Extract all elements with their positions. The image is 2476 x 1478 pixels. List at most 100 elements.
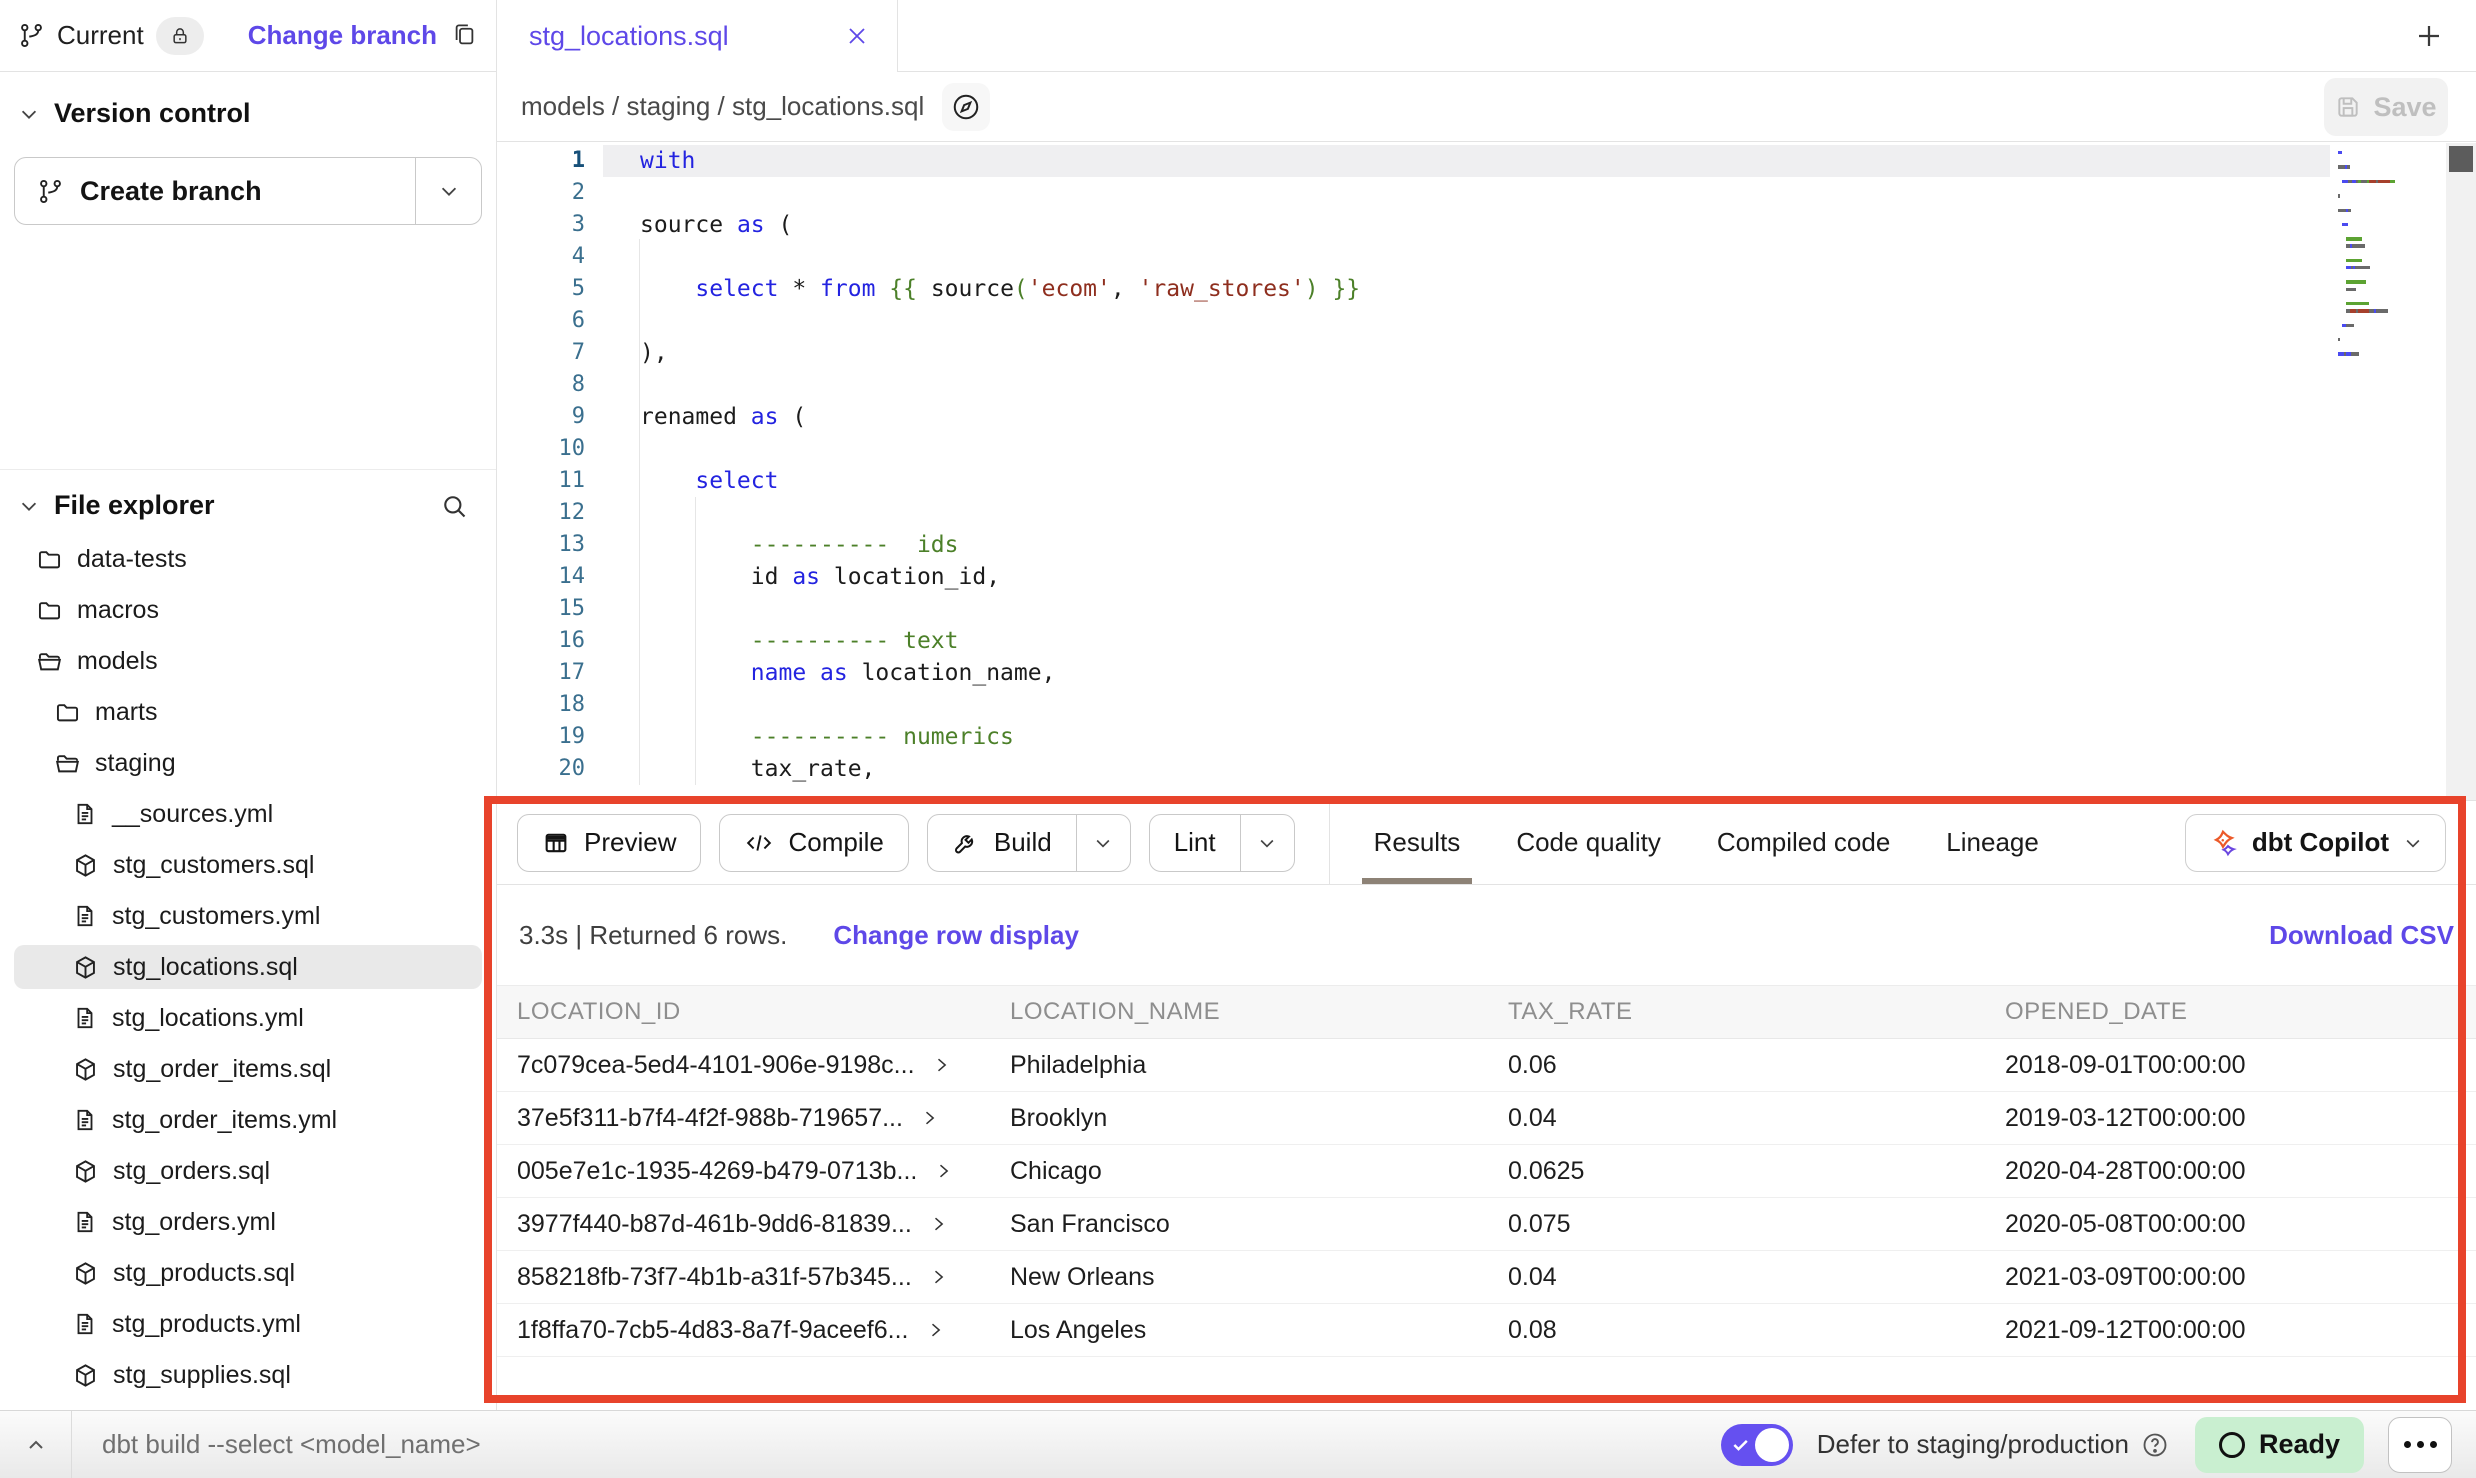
active-line-highlight — [603, 145, 2330, 177]
file-icon — [72, 903, 98, 929]
dbt-ide-window: Current Change branch Version control Cr… — [0, 0, 2476, 1478]
code-line-12[interactable]: 12 — [497, 497, 2476, 529]
collapse-panel-button[interactable] — [0, 1411, 72, 1478]
file-item-marts[interactable]: marts — [14, 690, 482, 734]
file-explorer-header[interactable]: File explorer — [0, 490, 496, 521]
code-line-8[interactable]: 8 — [497, 369, 2476, 401]
table-row[interactable]: 005e7e1c-1935-4269-b479-0713b...Chicago0… — [497, 1145, 2476, 1198]
build-dropdown[interactable] — [1076, 815, 1130, 871]
code-line-7[interactable]: 7), — [497, 337, 2476, 369]
new-tab-button[interactable] — [2414, 21, 2444, 51]
table-row[interactable]: 858218fb-73f7-4b1b-a31f-57b345...New Orl… — [497, 1251, 2476, 1304]
version-control-header[interactable]: Version control — [0, 72, 496, 129]
version-control-title: Version control — [54, 98, 251, 129]
cli-command-input[interactable]: dbt build --select <model_name> — [102, 1429, 481, 1460]
table-row[interactable]: 1f8ffa70-7cb5-4d83-8a7f-9aceef6...Los An… — [497, 1304, 2476, 1357]
file-item-stg_locations.sql[interactable]: stg_locations.sql — [14, 945, 482, 989]
cell-location-id: 005e7e1c-1935-4269-b479-0713b... — [517, 1157, 1010, 1186]
file-item-stg_locations.yml[interactable]: stg_locations.yml — [14, 996, 482, 1040]
expand-row-icon[interactable] — [931, 1055, 951, 1075]
table-row[interactable]: 7c079cea-5ed4-4101-906e-9198c...Philadel… — [497, 1039, 2476, 1092]
code-line-4[interactable]: 4 — [497, 241, 2476, 273]
tab-stg-locations-sql[interactable]: stg_locations.sql — [497, 0, 898, 72]
file-item-data-tests[interactable]: data-tests — [14, 537, 482, 581]
file-item-__sources.yml[interactable]: __sources.yml — [14, 792, 482, 836]
file-icon — [72, 1311, 98, 1337]
tab-results[interactable]: Results — [1346, 801, 1489, 884]
code-line-9[interactable]: 9renamed as ( — [497, 401, 2476, 433]
change-branch-link[interactable]: Change branch — [248, 20, 437, 51]
download-csv-link[interactable]: Download CSV — [2269, 920, 2454, 951]
file-icon — [72, 801, 98, 827]
code-line-13[interactable]: 13 ---------- ids — [497, 529, 2476, 561]
lint-dropdown[interactable] — [1240, 815, 1294, 871]
expand-row-icon[interactable] — [928, 1267, 948, 1287]
ide-status-button[interactable]: Ready — [2195, 1417, 2364, 1473]
code-line-19[interactable]: 19 ---------- numerics — [497, 721, 2476, 753]
code-line-1[interactable]: 1with — [497, 145, 2476, 177]
results-meta-row: 3.3s | Returned 6 rows. Change row displ… — [497, 885, 2476, 985]
breadcrumb: models / staging / stg_locations.sql — [521, 91, 924, 122]
model-icon — [72, 852, 99, 879]
compile-button[interactable]: Compile — [720, 815, 907, 871]
tab-compiled-code[interactable]: Compiled code — [1689, 801, 1918, 884]
file-item-macros[interactable]: macros — [14, 588, 482, 632]
code-line-11[interactable]: 11 select — [497, 465, 2476, 497]
file-item-stg_orders.sql[interactable]: stg_orders.sql — [14, 1149, 482, 1193]
file-item-stg_order_items.sql[interactable]: stg_order_items.sql — [14, 1047, 482, 1091]
defer-toggle[interactable] — [1721, 1424, 1793, 1466]
code-line-5[interactable]: 5 select * from {{ source('ecom', 'raw_s… — [497, 273, 2476, 305]
code-editor[interactable]: 1with23source as (45 select * from {{ so… — [497, 143, 2476, 800]
lint-button[interactable]: Lint — [1150, 815, 1240, 871]
expand-row-icon[interactable] — [933, 1161, 953, 1181]
more-options-button[interactable] — [2388, 1417, 2452, 1473]
expand-row-icon[interactable] — [928, 1214, 948, 1234]
code-line-14[interactable]: 14 id as location_id, — [497, 561, 2476, 593]
create-branch-button[interactable]: Create branch — [15, 158, 415, 224]
dbt-copilot-button[interactable]: dbt Copilot — [2185, 814, 2446, 872]
preview-button[interactable]: Preview — [518, 815, 700, 871]
file-item-staging[interactable]: staging — [14, 741, 482, 785]
expand-row-icon[interactable] — [919, 1108, 939, 1128]
file-item-stg_products.yml[interactable]: stg_products.yml — [14, 1302, 482, 1346]
tab-code-quality[interactable]: Code quality — [1488, 801, 1689, 884]
save-button[interactable]: Save — [2324, 78, 2448, 136]
results-table-header: LOCATION_IDLOCATION_NAMETAX_RATEOPENED_D… — [497, 985, 2476, 1039]
file-item-stg_order_items.yml[interactable]: stg_order_items.yml — [14, 1098, 482, 1142]
expand-row-icon[interactable] — [925, 1320, 945, 1340]
code-line-20[interactable]: 20 tax_rate, — [497, 753, 2476, 785]
close-icon[interactable] — [845, 24, 869, 48]
file-item-stg_customers.sql[interactable]: stg_customers.sql — [14, 843, 482, 887]
table-row[interactable]: 37e5f311-b7f4-4f2f-988b-719657...Brookly… — [497, 1092, 2476, 1145]
build-button[interactable]: Build — [928, 815, 1076, 871]
code-line-10[interactable]: 10 — [497, 433, 2476, 465]
cell-location-name: Philadelphia — [1010, 1051, 1508, 1080]
folder-icon — [54, 699, 81, 726]
compass-icon[interactable] — [942, 83, 990, 131]
copy-icon[interactable] — [451, 22, 478, 49]
help-icon[interactable] — [2141, 1431, 2169, 1459]
file-item-stg_products.sql[interactable]: stg_products.sql — [14, 1251, 482, 1295]
code-line-17[interactable]: 17 name as location_name, — [497, 657, 2476, 689]
cell-location-id: 3977f440-b87d-461b-9dd6-81839... — [517, 1210, 1010, 1239]
cell-location-id: 7c079cea-5ed4-4101-906e-9198c... — [517, 1051, 1010, 1080]
file-icon — [72, 1005, 98, 1031]
toggle-knob — [1755, 1428, 1789, 1462]
file-icon — [72, 1107, 98, 1133]
create-branch-dropdown[interactable] — [415, 158, 481, 224]
file-item-stg_supplies.sql[interactable]: stg_supplies.sql — [14, 1353, 482, 1397]
code-line-16[interactable]: 16 ---------- text — [497, 625, 2476, 657]
file-item-models[interactable]: models — [14, 639, 482, 683]
code-line-15[interactable]: 15 — [497, 593, 2476, 625]
code-line-6[interactable]: 6 — [497, 305, 2476, 337]
change-row-display-link[interactable]: Change row display — [833, 920, 1079, 951]
code-line-18[interactable]: 18 — [497, 689, 2476, 721]
line-number: 20 — [497, 753, 585, 785]
tab-lineage[interactable]: Lineage — [1918, 801, 2067, 884]
file-item-stg_customers.yml[interactable]: stg_customers.yml — [14, 894, 482, 938]
code-line-2[interactable]: 2 — [497, 177, 2476, 209]
table-row[interactable]: 3977f440-b87d-461b-9dd6-81839...San Fran… — [497, 1198, 2476, 1251]
file-item-stg_orders.yml[interactable]: stg_orders.yml — [14, 1200, 482, 1244]
code-line-3[interactable]: 3source as ( — [497, 209, 2476, 241]
search-icon[interactable] — [440, 492, 468, 520]
